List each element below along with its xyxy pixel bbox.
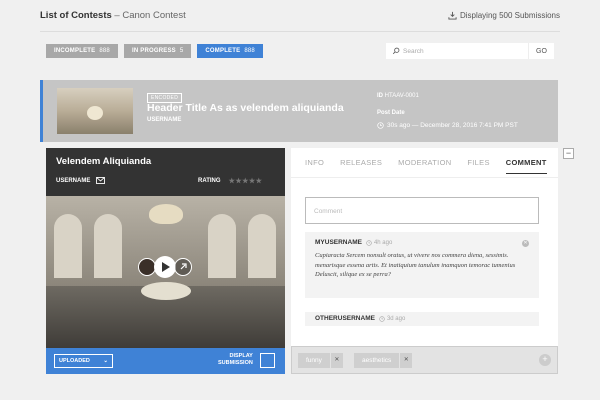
breadcrumb-contests-link[interactable]: List of Contests <box>40 10 112 21</box>
comment-username[interactable]: OTHERUSERNAME <box>315 315 375 322</box>
tab-releases[interactable]: RELEASES <box>340 158 382 167</box>
filter-in-progress-button[interactable]: IN PROGRESS 5 <box>123 44 192 58</box>
rating-label: RATING <box>198 178 221 184</box>
rating: RATING ★★★★★ <box>198 177 262 185</box>
clock-icon <box>366 239 372 246</box>
top-header: List of Contests – Canon Contest Display… <box>40 0 560 32</box>
comment-input[interactable]: Comment <box>305 197 539 224</box>
filter-count: 888 <box>244 48 255 54</box>
submission-thumbnail[interactable] <box>57 88 133 134</box>
tag-funny[interactable]: funny ✕ <box>298 353 343 368</box>
comment-text: Cupiaracta Sercem nonsult oratus, ut viv… <box>315 252 516 278</box>
chevron-down-icon: ⌄ <box>103 358 108 364</box>
delete-comment-icon[interactable]: ✕ <box>522 240 529 247</box>
post-date: 30s ago — December 28, 2016 7:41 PM PST <box>377 122 518 129</box>
clock-icon <box>379 315 385 322</box>
media-username: USERNAME <box>56 177 106 184</box>
upload-status-label: UPLOADED <box>59 358 90 364</box>
search-bar: Search GO <box>386 43 554 59</box>
media-title: Velendem Aliquianda <box>56 156 152 167</box>
play-icon[interactable] <box>154 256 176 278</box>
collapse-button[interactable]: − <box>563 148 574 159</box>
clock-icon <box>377 122 384 129</box>
tag-aesthetics[interactable]: aesthetics ✕ <box>354 353 413 368</box>
tab-info[interactable]: INFO <box>305 158 324 167</box>
submission-header[interactable]: ENCODED Header Title As as velendem aliq… <box>40 80 558 142</box>
display-submission-label: DISPLAY SUBMISSION <box>218 353 253 367</box>
tag-label: funny <box>306 357 322 364</box>
video-frame-arch <box>208 214 236 278</box>
tag-label: aesthetics <box>362 357 392 364</box>
comment-age-value: 3d ago <box>386 315 406 322</box>
add-tag-icon[interactable]: + <box>539 354 551 366</box>
comment-username[interactable]: MYUSERNAME <box>315 239 362 246</box>
video-frame-arch <box>94 214 122 278</box>
filter-incomplete-button[interactable]: INCOMPLETE 888 <box>46 44 118 58</box>
post-date-value: 30s ago — December 28, 2016 7:41 PM PST <box>387 122 518 129</box>
submission-username[interactable]: USERNAME <box>147 117 181 123</box>
filter-label: IN PROGRESS <box>131 48 176 54</box>
video-frame-table <box>141 282 191 300</box>
submission-title: Header Title As as velendem aliquianda <box>147 102 344 114</box>
remove-tag-icon[interactable]: ✕ <box>399 353 412 368</box>
comment-item: MYUSERNAME 4h ago ✕ Cupiaracta Sercem no… <box>305 232 539 298</box>
link-icon <box>180 263 187 270</box>
display-label-line2: SUBMISSION <box>218 360 253 366</box>
submission-count[interactable]: Displaying 500 Submissions <box>448 11 560 20</box>
search-input[interactable]: Search <box>403 48 528 55</box>
video-player[interactable] <box>46 196 285 348</box>
comment-age-value: 4h ago <box>373 239 393 246</box>
comment-age: 4h ago <box>366 240 392 246</box>
breadcrumb: List of Contests – Canon Contest <box>40 10 186 21</box>
search-go-button[interactable]: GO <box>528 43 554 59</box>
filter-complete-button[interactable]: COMPLETE 888 <box>197 44 263 58</box>
filter-count: 888 <box>99 48 110 54</box>
display-label-line1: DISPLAY <box>229 353 253 359</box>
tab-comment[interactable]: COMMENT <box>505 158 547 174</box>
tab-files[interactable]: FILES <box>467 158 489 167</box>
media-panel-header: Velendem Aliquianda USERNAME RATING ★★★★… <box>46 148 285 196</box>
display-submission-checkbox[interactable] <box>260 353 275 368</box>
tab-moderation[interactable]: MODERATION <box>398 158 451 167</box>
search-icon <box>392 47 400 55</box>
submission-id: ID HTAAV-0001 <box>377 93 419 99</box>
submission-count-label: Displaying 500 Submissions <box>459 11 560 20</box>
status-filters: INCOMPLETE 888 IN PROGRESS 5 COMPLETE 88… <box>46 44 263 58</box>
video-frame-chandelier <box>149 204 183 224</box>
tab-bar: INFO RELEASES MODERATION FILES COMMENT <box>291 148 558 178</box>
video-frame-arch <box>54 214 82 278</box>
comment-header: MYUSERNAME 4h ago <box>315 239 529 246</box>
tags-bar: funny ✕ aesthetics ✕ + <box>291 346 558 374</box>
video-frame-arch <box>248 214 276 278</box>
details-panel: INFO RELEASES MODERATION FILES COMMENT C… <box>291 148 558 374</box>
comment-age: 3d ago <box>379 316 405 322</box>
submission-id-value: HTAAV-0001 <box>384 93 419 99</box>
upload-status-dropdown[interactable]: UPLOADED ⌄ <box>54 354 113 368</box>
media-username-label: USERNAME <box>56 177 91 184</box>
media-panel: Velendem Aliquianda USERNAME RATING ★★★★… <box>46 148 285 374</box>
rating-stars[interactable]: ★★★★★ <box>229 177 263 185</box>
download-icon <box>448 11 457 20</box>
media-panel-footer: UPLOADED ⌄ DISPLAY SUBMISSION <box>46 348 285 374</box>
submission-id-label: ID <box>377 93 383 99</box>
comment-header: OTHERUSERNAME 3d ago <box>315 315 529 322</box>
mail-icon[interactable] <box>96 177 106 184</box>
filter-count: 5 <box>179 48 184 54</box>
filter-label: INCOMPLETE <box>54 48 96 54</box>
comment-item: OTHERUSERNAME 3d ago <box>305 312 539 326</box>
filter-label: COMPLETE <box>205 48 241 54</box>
link-avatar[interactable] <box>174 258 192 276</box>
remove-tag-icon[interactable]: ✕ <box>329 353 343 368</box>
breadcrumb-contest-name: Canon Contest <box>122 10 186 21</box>
post-date-label: Post Date <box>377 110 405 116</box>
breadcrumb-separator: – <box>111 10 123 21</box>
